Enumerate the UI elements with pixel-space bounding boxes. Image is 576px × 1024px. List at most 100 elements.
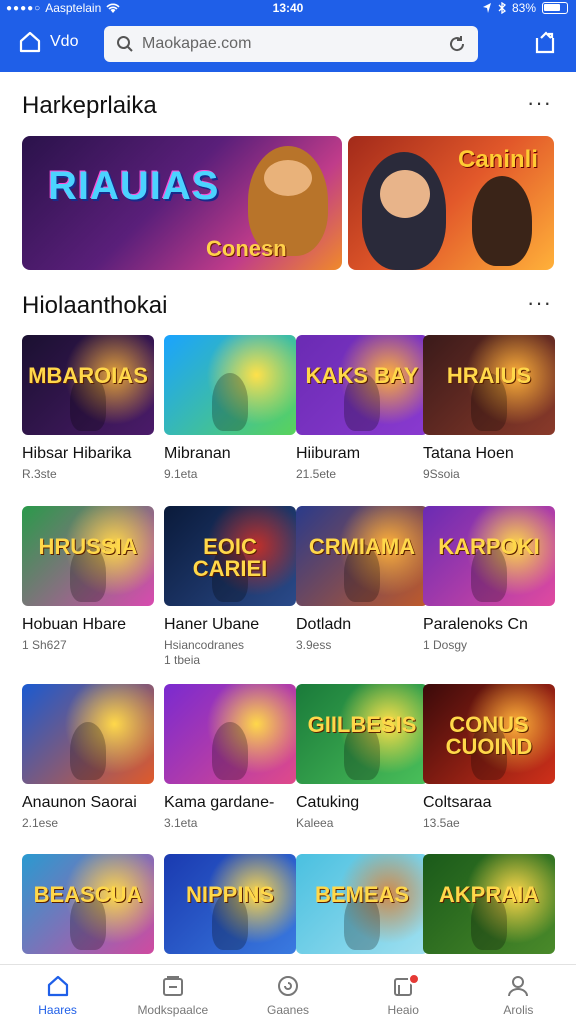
banner-subtitle: Conesn <box>206 236 287 261</box>
game-thumbnail-title: KARPOKI <box>438 534 540 559</box>
battery-percent: 83% <box>511 1 536 15</box>
banner-character-2 <box>472 176 532 266</box>
game-title: Haner Ubane <box>164 616 260 633</box>
game-title: Coltsaraa <box>423 794 492 811</box>
game-title: Mibranan <box>164 445 231 462</box>
game-card[interactable]: Kama gardane- 3.1eta <box>164 684 296 830</box>
game-card[interactable]: CONUS CUOIND Coltsaraa 13.5ae <box>423 684 555 830</box>
game-thumbnail: CRMIAMA <box>296 506 428 606</box>
tab-home[interactable]: Haares <box>0 965 115 1024</box>
share-button[interactable] <box>534 30 556 59</box>
game-card[interactable]: BEASCUA <box>22 854 154 954</box>
store-icon <box>162 975 183 996</box>
game-title: Tatana Hoen <box>423 445 514 462</box>
section-title-featured: Harkeprlaika <box>22 92 157 119</box>
status-bar: ●●●●○ Aasptelain 13:40 83% <box>0 0 576 16</box>
game-card[interactable]: AKPRAIA <box>423 854 555 954</box>
tab-games[interactable]: Gaanes <box>230 965 345 1024</box>
profile-icon <box>508 975 529 996</box>
game-meta: 2.1ese <box>22 816 59 830</box>
game-meta: 9.1eta <box>164 467 198 481</box>
search-bar[interactable] <box>104 26 478 62</box>
tab-label: Gaanes <box>266 1002 310 1017</box>
home-button[interactable]: Vdo <box>18 30 78 54</box>
game-thumbnail: HRAIUS <box>423 335 555 435</box>
tab-label: Haares <box>38 1002 77 1017</box>
game-card[interactable]: EOIC CARIEI Haner Ubane Hsiancodranes 1 tbe… <box>164 506 296 667</box>
game-meta: 1 Dosgy <box>423 638 468 652</box>
game-card[interactable]: NIPPINS <box>164 854 296 954</box>
games-icon <box>278 975 298 996</box>
featured-banner-2[interactable]: Caninli <box>348 136 554 270</box>
game-thumbnail: MBAROIAS <box>22 335 154 435</box>
game-title: Paralenoks Cn <box>423 616 528 633</box>
game-card[interactable]: KAKS BAY Hiiburam 21.5ete <box>296 335 428 481</box>
game-title: Catuking <box>296 794 360 811</box>
location-icon <box>482 3 491 13</box>
reload-icon[interactable] <box>448 35 466 53</box>
game-thumbnail-title: HRAIUS <box>446 363 532 388</box>
game-character <box>212 373 248 431</box>
game-meta: 3.9ess <box>296 638 332 652</box>
battery-icon <box>542 2 568 14</box>
share-icon <box>535 31 555 54</box>
game-meta: 1 Sh627 <box>22 638 67 652</box>
tab-marketplace[interactable]: Modkspaalce <box>115 965 230 1024</box>
game-title: Kama gardane- <box>164 794 275 811</box>
game-character <box>70 722 106 780</box>
tab-profile[interactable]: Arolis <box>461 965 576 1024</box>
home-icon <box>47 975 68 996</box>
game-thumbnail: KARPOKI <box>423 506 555 606</box>
bluetooth-icon <box>498 2 506 14</box>
game-card[interactable]: HRAIUS Tatana Hoen 9Ssoia <box>423 335 555 481</box>
game-card[interactable]: MBAROIAS Hibsar Hibarika R.3ste <box>22 335 154 481</box>
bottom-tab-bar: Haares Modkspaalce Gaanes Heaio Arolis <box>0 964 576 1024</box>
game-card[interactable]: HRUSSIA Hobuan Hbare 1 Sh627 <box>22 506 154 652</box>
section-title-popular: Hiolaanthokai <box>22 292 168 319</box>
game-title: Hiiburam <box>296 445 361 462</box>
banner-character-face <box>264 160 312 196</box>
game-card[interactable]: Mibranan 9.1eta <box>164 335 296 481</box>
game-thumbnail: BEMEAS <box>296 854 428 954</box>
game-thumbnail-title: BEMEAS <box>314 882 410 907</box>
game-thumbnail-title: GIILBESIS <box>307 712 417 737</box>
game-thumbnail: CONUS CUOIND <box>423 684 555 784</box>
status-right: 83% <box>482 1 568 15</box>
game-card[interactable]: KARPOKI Paralenoks Cn 1 Dosgy <box>423 506 555 652</box>
game-meta: 3.1eta <box>164 816 198 830</box>
game-title: Anaunon Saorai <box>22 794 137 811</box>
game-title: Hobuan Hbare <box>22 616 127 633</box>
header-row: Vdo <box>0 24 576 64</box>
game-meta: R.3ste <box>22 467 57 481</box>
game-thumbnail-title: BEASCUA <box>33 882 143 907</box>
game-character <box>212 722 248 780</box>
game-title: Dotladn <box>296 616 352 633</box>
game-thumbnail: AKPRAIA <box>423 854 555 954</box>
game-thumbnail-title: CONUS CUOIND <box>445 712 533 759</box>
banner-title: Caninli <box>458 146 539 173</box>
game-card[interactable]: BEMEAS <box>296 854 428 954</box>
game-meta: Hsiancodranes <box>164 638 245 652</box>
more-options-icon[interactable]: ··· <box>527 90 552 116</box>
game-thumbnail-title: CRMIAMA <box>308 534 416 559</box>
tab-inbox[interactable]: Heaio <box>346 965 461 1024</box>
game-thumbnail: EOIC CARIEI <box>164 506 296 606</box>
search-input[interactable] <box>142 35 440 53</box>
game-thumbnail-title: HRUSSIA <box>38 534 138 559</box>
game-card[interactable]: GIILBESIS Catuking Kaleea <box>296 684 428 830</box>
game-thumbnail: KAKS BAY <box>296 335 428 435</box>
game-thumbnail: GIILBESIS <box>296 684 428 784</box>
game-thumbnail-title: EOIC CARIEI <box>192 534 268 581</box>
game-card[interactable]: CRMIAMA Dotladn 3.9ess <box>296 506 428 652</box>
top-app-bar: ●●●●○ Aasptelain 13:40 83% Vdo <box>0 0 576 72</box>
game-thumbnail-title: KAKS BAY <box>305 363 419 388</box>
banner-character-face <box>380 170 430 218</box>
featured-banner-1[interactable]: RIAUIAS Conesn <box>22 136 342 270</box>
banner-title: RIAUIAS <box>48 164 220 208</box>
game-card[interactable]: Anaunon Saorai 2.1ese <box>22 684 154 830</box>
game-thumbnail <box>164 684 296 784</box>
game-thumbnail: HRUSSIA <box>22 506 154 606</box>
more-options-icon[interactable]: ··· <box>527 290 552 316</box>
notification-badge <box>407 973 420 985</box>
game-thumbnail-title: AKPRAIA <box>438 882 540 907</box>
